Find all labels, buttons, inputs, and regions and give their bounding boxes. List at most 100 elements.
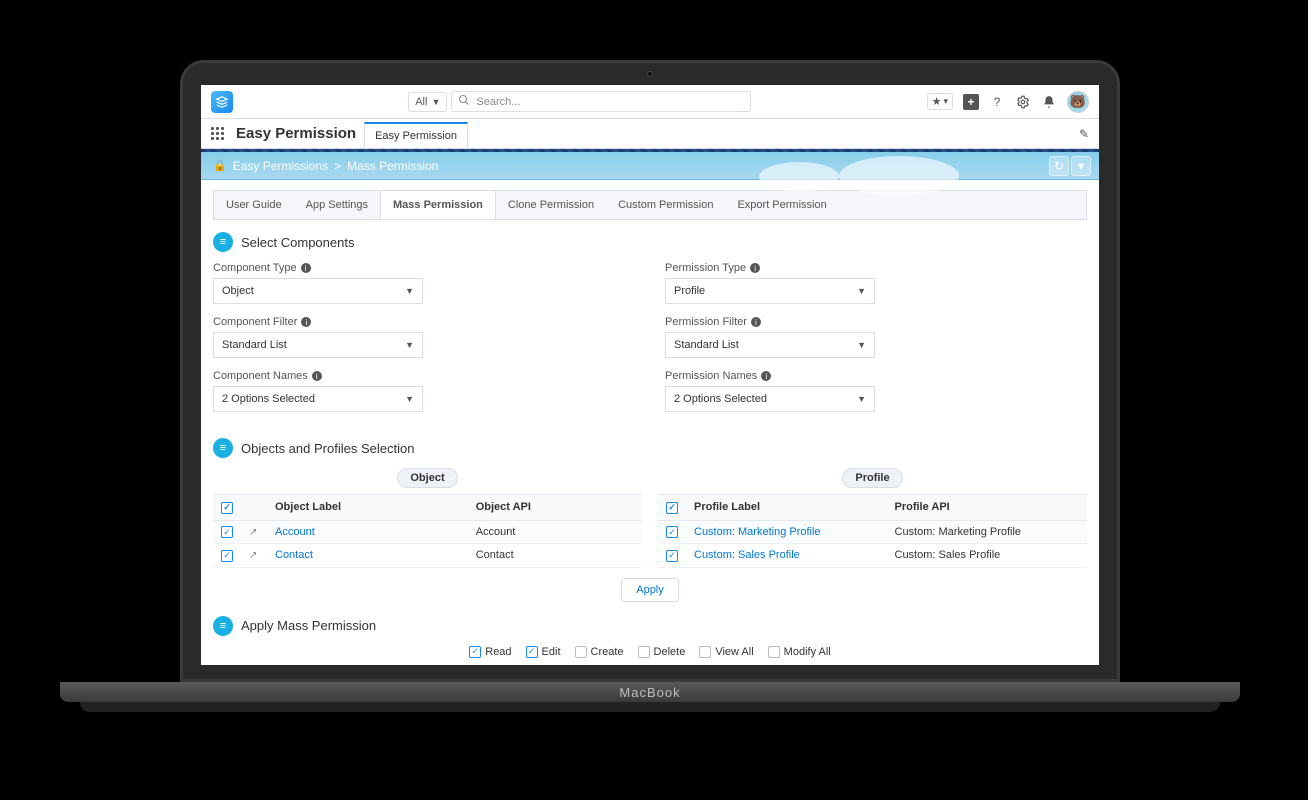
select-component-filter[interactable]: Standard List▼ xyxy=(213,332,423,358)
label-permission-names: Permission Names xyxy=(665,370,757,382)
nav-tab-easy-permission[interactable]: Easy Permission xyxy=(364,122,468,148)
sub-tab-app-settings[interactable]: App Settings xyxy=(294,191,380,219)
profile-pill: Profile xyxy=(842,468,902,488)
profile-label-link[interactable]: Custom: Marketing Profile xyxy=(694,526,821,538)
help-icon[interactable]: ? xyxy=(989,94,1005,110)
laptop-foot xyxy=(80,702,1220,712)
profile-api-value: Custom: Sales Profile xyxy=(887,544,1088,568)
section-icon: ≡ xyxy=(213,616,233,636)
device-brand: MacBook xyxy=(619,685,680,700)
sub-tab-export-permission[interactable]: Export Permission xyxy=(725,191,838,219)
profiles-table: ✓ Profile Label Profile API ✓ Custom: Ma… xyxy=(658,494,1087,568)
section-title-apply-mass: Apply Mass Permission xyxy=(241,618,376,633)
search-placeholder: Search... xyxy=(476,96,520,108)
col-profile-label: Profile Label xyxy=(686,495,887,521)
object-label-link[interactable]: Contact xyxy=(275,549,313,561)
header-dropdown-button[interactable]: ▾ xyxy=(1071,156,1091,176)
permission-checkboxes: ✓Read ✓Edit ✓Create ✓Delete ✓View All ✓M… xyxy=(213,646,1087,658)
chevron-down-icon: ▼ xyxy=(431,97,440,107)
apply-button[interactable]: Apply xyxy=(621,578,679,602)
breadcrumb-separator: > xyxy=(334,159,341,173)
section-title-select-components: Select Components xyxy=(241,235,354,250)
info-icon[interactable]: i xyxy=(761,371,771,381)
perm-delete-checkbox[interactable]: ✓ xyxy=(638,646,650,658)
chevron-down-icon: ▾ xyxy=(943,96,948,107)
sub-tab-clone-permission[interactable]: Clone Permission xyxy=(496,191,606,219)
table-row: ✓ ↗ Account Account xyxy=(213,520,642,544)
global-header: All ▼ Search... ★▾ + ? xyxy=(201,85,1099,119)
objects-table: ✓ Object Label Object API ✓ ↗ Account A xyxy=(213,494,642,568)
sub-tab-custom-permission[interactable]: Custom Permission xyxy=(606,191,725,219)
object-label-link[interactable]: Account xyxy=(275,526,315,538)
select-permission-filter[interactable]: Standard List▼ xyxy=(665,332,875,358)
object-api-value: Account xyxy=(468,520,642,544)
row-checkbox[interactable]: ✓ xyxy=(666,526,678,538)
profile-label-link[interactable]: Custom: Sales Profile xyxy=(694,549,800,561)
select-permission-names[interactable]: 2 Options Selected▼ xyxy=(665,386,875,412)
add-button[interactable]: + xyxy=(963,94,979,110)
refresh-button[interactable]: ↻ xyxy=(1049,156,1069,176)
chevron-down-icon: ▼ xyxy=(857,340,866,350)
chevron-down-icon: ▼ xyxy=(405,394,414,404)
app-logo-icon xyxy=(211,91,233,113)
app-launcher-icon[interactable] xyxy=(211,127,224,140)
perm-read-checkbox[interactable]: ✓ xyxy=(469,646,481,658)
label-permission-type: Permission Type xyxy=(665,262,746,274)
user-avatar[interactable]: 🐻 xyxy=(1067,91,1089,113)
section-title-objects-profiles: Objects and Profiles Selection xyxy=(241,441,414,456)
notifications-bell-icon[interactable] xyxy=(1041,94,1057,110)
chevron-down-icon: ▼ xyxy=(405,340,414,350)
table-row: ✓ ↗ Contact Contact xyxy=(213,544,642,568)
settings-gear-icon[interactable] xyxy=(1015,94,1031,110)
col-object-label: Object Label xyxy=(267,495,468,521)
breadcrumb-current: Mass Permission xyxy=(347,159,438,173)
select-all-checkbox[interactable]: ✓ xyxy=(666,502,678,514)
breadcrumb-root[interactable]: Easy Permissions xyxy=(233,159,328,173)
perm-modifyall-checkbox[interactable]: ✓ xyxy=(768,646,780,658)
label-component-type: Component Type xyxy=(213,262,297,274)
info-icon[interactable]: i xyxy=(751,317,761,327)
select-component-names[interactable]: 2 Options Selected▼ xyxy=(213,386,423,412)
row-checkbox[interactable]: ✓ xyxy=(666,550,678,562)
lock-icon: 🔒 xyxy=(213,159,227,172)
chevron-down-icon: ▼ xyxy=(857,286,866,296)
search-scope-dropdown[interactable]: All ▼ xyxy=(408,92,447,112)
page-header: 🔒 Easy Permissions > Mass Permission ↻ ▾ xyxy=(201,152,1099,180)
perm-viewall-checkbox[interactable]: ✓ xyxy=(699,646,711,658)
section-icon: ≡ xyxy=(213,438,233,458)
open-new-icon[interactable]: ↗ xyxy=(249,527,257,538)
app-nav-bar: Easy Permission Easy Permission ✎ xyxy=(201,119,1099,149)
col-profile-api: Profile API xyxy=(887,495,1088,521)
global-search-input[interactable]: Search... xyxy=(451,91,751,112)
sub-tabs: User Guide App Settings Mass Permission … xyxy=(213,190,1087,220)
open-new-icon[interactable]: ↗ xyxy=(249,550,257,561)
info-icon[interactable]: i xyxy=(312,371,322,381)
row-checkbox[interactable]: ✓ xyxy=(221,526,233,538)
cloud-decoration-icon xyxy=(759,162,839,192)
info-icon[interactable]: i xyxy=(301,317,311,327)
camera-icon xyxy=(647,71,653,77)
perm-create-checkbox[interactable]: ✓ xyxy=(575,646,587,658)
perm-edit-checkbox[interactable]: ✓ xyxy=(526,646,538,658)
select-component-type[interactable]: Object▼ xyxy=(213,278,423,304)
sub-tab-user-guide[interactable]: User Guide xyxy=(214,191,294,219)
label-permission-filter: Permission Filter xyxy=(665,316,747,328)
cloud-decoration-icon xyxy=(839,156,959,196)
edit-nav-icon[interactable]: ✎ xyxy=(1079,127,1089,141)
search-scope-label: All xyxy=(415,96,427,108)
select-permission-type[interactable]: Profile▼ xyxy=(665,278,875,304)
info-icon[interactable]: i xyxy=(301,263,311,273)
label-component-names: Component Names xyxy=(213,370,308,382)
section-icon: ≡ xyxy=(213,232,233,252)
laptop-base: MacBook xyxy=(60,682,1240,702)
profile-api-value: Custom: Marketing Profile xyxy=(887,520,1088,544)
favorites-button[interactable]: ★▾ xyxy=(927,93,953,110)
object-api-value: Contact xyxy=(468,544,642,568)
search-icon xyxy=(458,94,470,109)
row-checkbox[interactable]: ✓ xyxy=(221,550,233,562)
table-row: ✓ Custom: Marketing Profile Custom: Mark… xyxy=(658,520,1087,544)
sub-tab-mass-permission[interactable]: Mass Permission xyxy=(380,191,496,219)
info-icon[interactable]: i xyxy=(750,263,760,273)
object-pill: Object xyxy=(397,468,457,488)
select-all-checkbox[interactable]: ✓ xyxy=(221,502,233,514)
